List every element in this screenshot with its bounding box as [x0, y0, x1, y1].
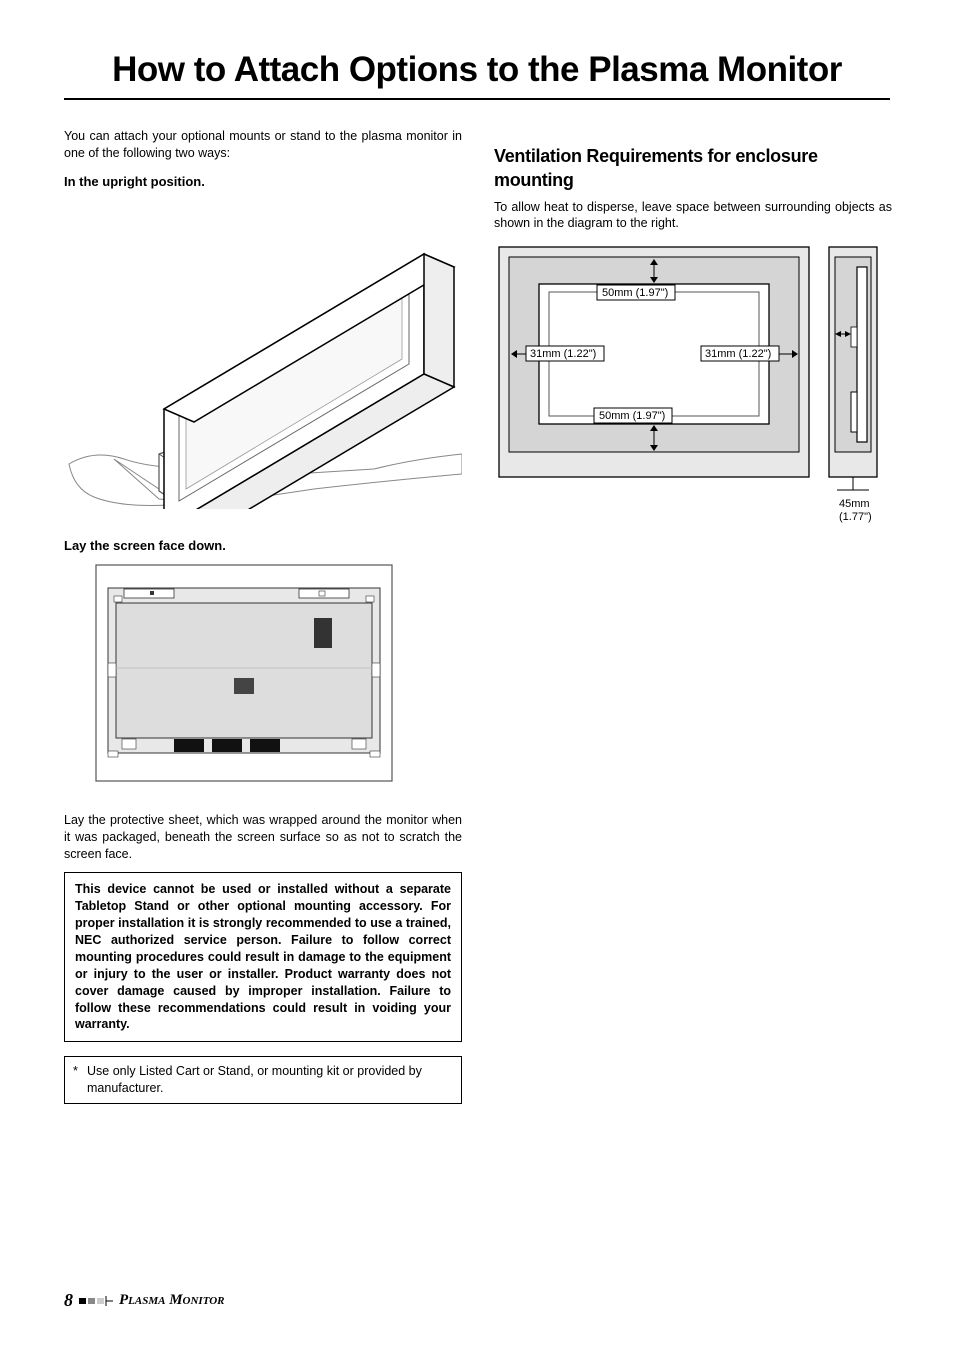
right-column: Ventilation Requirements for enclosure m… [494, 128, 892, 1104]
facedown-figure [64, 563, 462, 788]
dim-right: 31mm (1.22") [705, 348, 771, 360]
facedown-body: Lay the protective sheet, which was wrap… [64, 812, 462, 863]
note-box: * Use only Listed Cart or Stand, or moun… [64, 1056, 462, 1104]
content-columns: You can attach your optional mounts or s… [64, 128, 890, 1104]
upright-figure [64, 199, 462, 514]
page-footer: 8 Plasma Monitor [64, 1290, 225, 1311]
dim-left: 31mm (1.22") [530, 348, 596, 360]
left-column: You can attach your optional mounts or s… [64, 128, 462, 1104]
dim-top: 50mm (1.97") [602, 287, 668, 299]
dim-depth-1: 45mm [839, 498, 870, 510]
ventilation-title: Ventilation Requirements for enclosure m… [494, 144, 892, 193]
dim-bottom: 50mm (1.97") [599, 410, 665, 422]
page-title: How to Attach Options to the Plasma Moni… [64, 50, 890, 100]
note-text: Use only Listed Cart or Stand, or mounti… [87, 1063, 451, 1097]
upright-heading: In the upright position. [64, 174, 462, 189]
ventilation-body: To allow heat to disperse, leave space b… [494, 199, 892, 233]
footer-decoration-icon [79, 1295, 113, 1307]
footer-product: Plasma Monitor [119, 1292, 225, 1309]
warning-box: This device cannot be used or installed … [64, 872, 462, 1042]
dim-depth-2: (1.77") [839, 511, 872, 523]
facedown-heading: Lay the screen face down. [64, 538, 462, 553]
intro-text: You can attach your optional mounts or s… [64, 128, 462, 162]
ventilation-figure: 50mm (1.97") 50mm (1.97") 31mm (1.22") 3… [494, 242, 892, 547]
page-number: 8 [64, 1290, 73, 1311]
